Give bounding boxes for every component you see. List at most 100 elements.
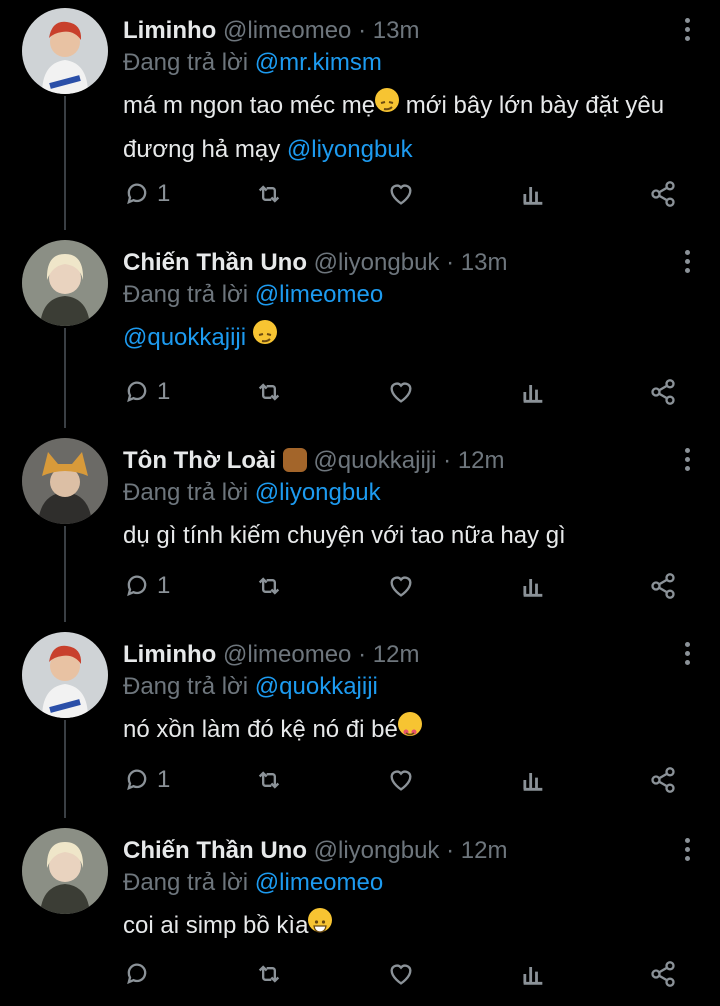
reply-to-mention[interactable]: @limeomeo bbox=[255, 869, 383, 896]
retweet-button[interactable] bbox=[255, 762, 283, 798]
mention-link[interactable]: @liyongbuk bbox=[287, 136, 413, 163]
display-name[interactable]: Liminho bbox=[123, 641, 216, 668]
share-button[interactable] bbox=[649, 956, 677, 992]
reply-icon bbox=[127, 183, 147, 205]
reply-button[interactable]: 1 bbox=[123, 568, 170, 604]
heart-icon bbox=[390, 576, 412, 597]
retweet-icon bbox=[258, 965, 280, 983]
reply-button[interactable]: 1 bbox=[123, 762, 170, 798]
tweet[interactable]: Tôn Thờ Loài @quokkajiji · 12m Đang trả … bbox=[0, 430, 720, 622]
tweet-text: @quokkajiji bbox=[123, 316, 703, 360]
reply-button[interactable] bbox=[123, 956, 157, 992]
reply-to-mention[interactable]: @quokkajiji bbox=[255, 673, 378, 700]
reply-context: Đang trả lời @mr.kimsm bbox=[123, 48, 382, 78]
tweet-text: nó xồn làm đó kệ nó đi bé bbox=[123, 708, 703, 752]
analytics-button[interactable] bbox=[519, 568, 547, 604]
user-handle[interactable]: @limeomeo bbox=[223, 17, 351, 44]
tweet-text-line: nó xồn làm đó kệ nó đi bé bbox=[123, 716, 398, 743]
user-handle[interactable]: @quokkajiji bbox=[313, 447, 436, 474]
reply-context: Đang trả lời @limeomeo bbox=[123, 868, 383, 898]
share-button[interactable] bbox=[649, 762, 677, 798]
user-handle[interactable]: @limeomeo bbox=[223, 641, 351, 668]
share-button[interactable] bbox=[649, 374, 677, 410]
reply-thread: Liminho @limeomeo · 13m Đang trả lời @mr… bbox=[0, 0, 720, 1006]
retweet-button[interactable] bbox=[255, 374, 283, 410]
like-button[interactable] bbox=[387, 374, 415, 410]
heart-icon bbox=[390, 382, 412, 403]
retweet-button[interactable] bbox=[255, 956, 283, 992]
reply-context: Đang trả lời @liyongbuk bbox=[123, 478, 381, 508]
analytics-button[interactable] bbox=[519, 762, 547, 798]
analytics-icon bbox=[523, 385, 543, 403]
reply-button[interactable]: 1 bbox=[123, 176, 170, 212]
more-options-icon[interactable] bbox=[682, 250, 692, 280]
like-button[interactable] bbox=[387, 568, 415, 604]
tweet[interactable]: Chiến Thần Uno @liyongbuk · 13m Đang trả… bbox=[0, 232, 720, 428]
analytics-button[interactable] bbox=[519, 956, 547, 992]
analytics-icon bbox=[523, 967, 543, 985]
share-button[interactable] bbox=[649, 568, 677, 604]
reply-icon bbox=[127, 575, 147, 597]
more-options-icon[interactable] bbox=[682, 642, 692, 672]
retweet-icon bbox=[258, 383, 280, 401]
reply-button[interactable]: 1 bbox=[123, 374, 170, 410]
more-options-icon[interactable] bbox=[682, 448, 692, 478]
thread-line bbox=[64, 720, 66, 818]
avatar[interactable] bbox=[22, 438, 108, 524]
action-bar: 1 bbox=[123, 176, 683, 212]
separator-dot: · bbox=[358, 641, 367, 668]
display-name[interactable]: Chiến Thần Uno bbox=[123, 837, 307, 864]
analytics-button[interactable] bbox=[519, 374, 547, 410]
avatar[interactable] bbox=[22, 240, 108, 326]
tweet[interactable]: Liminho @limeomeo · 13m Đang trả lời @mr… bbox=[0, 0, 720, 230]
replying-to-label: Đang trả lời bbox=[123, 673, 249, 700]
analytics-button[interactable] bbox=[519, 176, 547, 212]
timestamp[interactable]: 13m bbox=[373, 17, 420, 44]
retweet-icon bbox=[258, 577, 280, 595]
more-options-icon[interactable] bbox=[682, 18, 692, 48]
reply-count: 1 bbox=[157, 180, 171, 207]
display-name[interactable]: Liminho bbox=[123, 17, 216, 44]
share-icon bbox=[651, 573, 675, 599]
like-button[interactable] bbox=[387, 176, 415, 212]
reply-icon bbox=[127, 769, 147, 791]
avatar[interactable] bbox=[22, 828, 108, 914]
tweet-text: dụ gì tính kiếm chuyện với tao nữa hay g… bbox=[123, 522, 566, 549]
heart-icon bbox=[390, 964, 412, 985]
like-button[interactable] bbox=[387, 762, 415, 798]
user-handle[interactable]: @liyongbuk bbox=[314, 249, 440, 276]
retweet-button[interactable] bbox=[255, 568, 283, 604]
timestamp[interactable]: 12m bbox=[461, 837, 508, 864]
retweet-icon bbox=[258, 771, 280, 789]
action-bar: 1 bbox=[123, 568, 683, 604]
tweet-text-line: má m ngon tao méc mẹ bbox=[123, 92, 376, 119]
timestamp[interactable]: 13m bbox=[461, 249, 508, 276]
avatar[interactable] bbox=[22, 632, 108, 718]
display-name[interactable]: Tôn Thờ Loài bbox=[123, 447, 276, 474]
share-icon bbox=[651, 379, 675, 405]
display-name[interactable]: Chiến Thần Uno bbox=[123, 249, 307, 276]
reply-count: 1 bbox=[157, 766, 171, 793]
reply-context: Đang trả lời @limeomeo bbox=[123, 280, 383, 310]
reply-to-mention[interactable]: @limeomeo bbox=[255, 281, 383, 308]
timestamp[interactable]: 12m bbox=[458, 447, 505, 474]
more-options-icon[interactable] bbox=[682, 838, 692, 868]
timestamp[interactable]: 12m bbox=[373, 641, 420, 668]
replying-to-label: Đang trả lời bbox=[123, 479, 249, 506]
reply-to-mention[interactable]: @mr.kimsm bbox=[255, 49, 382, 76]
grinning-face-emoji bbox=[308, 908, 333, 933]
thread-line bbox=[64, 526, 66, 622]
share-button[interactable] bbox=[649, 176, 677, 212]
heart-icon bbox=[390, 770, 412, 791]
avatar[interactable] bbox=[22, 8, 108, 94]
tweet-text-line: coi ai simp bồ kìa bbox=[123, 912, 309, 939]
tweet[interactable]: Liminho @limeomeo · 12m Đang trả lời @qu… bbox=[0, 624, 720, 818]
reply-to-mention[interactable]: @liyongbuk bbox=[255, 479, 381, 506]
like-button[interactable] bbox=[387, 956, 415, 992]
user-handle[interactable]: @liyongbuk bbox=[314, 837, 440, 864]
mention-link[interactable]: @quokkajiji bbox=[123, 324, 246, 351]
smiling-face-with-hearts-emoji bbox=[397, 712, 422, 736]
retweet-button[interactable] bbox=[255, 176, 283, 212]
tweet[interactable]: Chiến Thần Uno @liyongbuk · 12m Đang trả… bbox=[0, 820, 720, 1006]
action-bar: 1 bbox=[123, 374, 683, 410]
